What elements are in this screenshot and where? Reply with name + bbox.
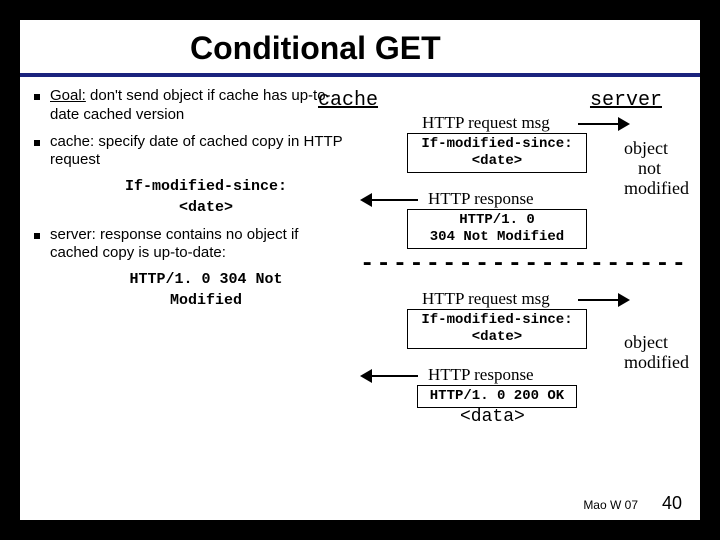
bullet-3-code-l1: HTTP/1. 0 304 Not xyxy=(62,271,350,290)
bullet-2: cache: specify date of cached copy in HT… xyxy=(30,133,350,171)
title-rule xyxy=(20,73,700,77)
bullet-3-code-l2: Modified xyxy=(62,292,350,311)
footer-page-number: 40 xyxy=(662,493,682,514)
req2-label: HTTP request msg xyxy=(422,289,550,309)
annot-modified: object modified xyxy=(624,333,689,373)
slide: Conditional GET cache server Goal: don't… xyxy=(20,20,700,520)
slide-title: Conditional GET xyxy=(20,20,700,73)
resp2-box-l1: HTTP/1. 0 200 OK xyxy=(422,388,572,405)
bullet-2-code-l1: If-modified-since: xyxy=(62,178,350,197)
bullet-icon xyxy=(34,140,40,146)
resp1-box-l2: 304 Not Modified xyxy=(412,229,582,246)
req1-label: HTTP request msg xyxy=(422,113,550,133)
bullet-3: server: response contains no object if c… xyxy=(30,226,350,264)
content-area: cache server Goal: don't send object if … xyxy=(20,81,700,501)
annot-not-modified: object not modified xyxy=(624,139,689,198)
bullet-1: Goal: don't send object if cache has up-… xyxy=(30,87,350,125)
bullet-icon xyxy=(34,233,40,239)
req2-box-l2: <date> xyxy=(412,329,582,346)
req2-box-l1: If-modified-since: xyxy=(412,312,582,329)
annot2-l2: modified xyxy=(624,353,689,373)
bullet-1-goal: Goal: xyxy=(50,87,86,104)
bullet-3-text: server: response contains no object if c… xyxy=(50,226,350,264)
bullet-2-text: cache: specify date of cached copy in HT… xyxy=(50,133,350,171)
req2-box: If-modified-since: <date> xyxy=(407,309,587,349)
bullet-2-code-l2: <date> xyxy=(62,199,350,218)
resp1-box-l1: HTTP/1. 0 xyxy=(412,212,582,229)
bullet-1-text: don't send object if cache has up-to-dat… xyxy=(50,87,331,123)
resp1-box: HTTP/1. 0 304 Not Modified xyxy=(407,209,587,249)
annot2-l1: object xyxy=(624,333,689,353)
footer-credit: Mao W 07 xyxy=(583,498,638,512)
annot1-l2: not xyxy=(624,159,689,179)
resp2-label: HTTP response xyxy=(428,365,534,385)
bullet-list: Goal: don't send object if cache has up-… xyxy=(30,87,350,319)
annot1-l1: object xyxy=(624,139,689,159)
resp2-data: <data> xyxy=(460,407,525,427)
divider-dashes: -------------------- xyxy=(360,251,688,278)
req1-box-l2: <date> xyxy=(412,153,582,170)
bullet-icon xyxy=(34,94,40,100)
resp2-box: HTTP/1. 0 200 OK xyxy=(417,385,577,408)
req1-box-l1: If-modified-since: xyxy=(412,136,582,153)
server-heading: server xyxy=(590,89,662,112)
annot1-l3: modified xyxy=(624,179,689,199)
resp1-label: HTTP response xyxy=(428,189,534,209)
req1-box: If-modified-since: <date> xyxy=(407,133,587,173)
